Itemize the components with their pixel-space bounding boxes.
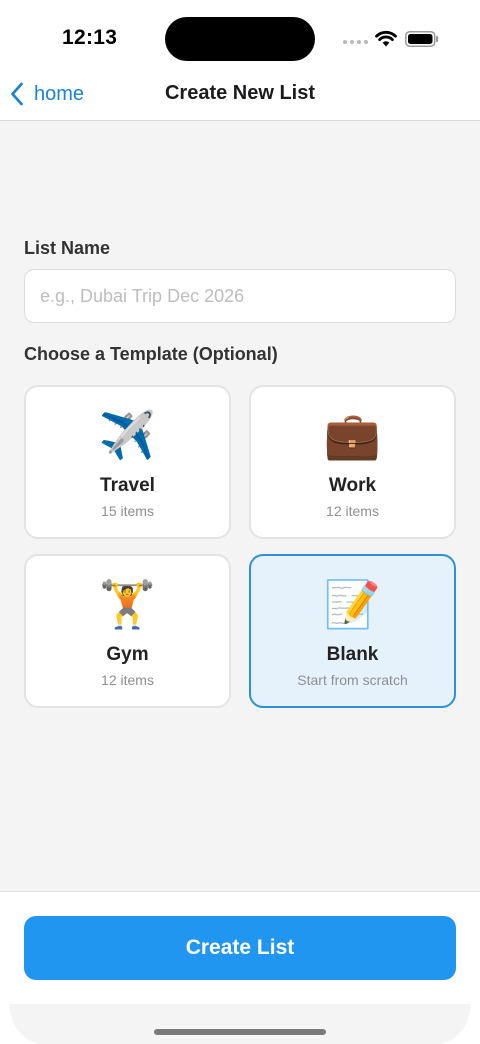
template-card-work[interactable]: 💼 Work 12 items <box>249 385 456 539</box>
memo-icon: 📝 <box>323 578 382 630</box>
status-bar: 12:13 <box>0 0 480 74</box>
template-title: Work <box>328 475 377 496</box>
home-indicator[interactable] <box>154 1029 326 1035</box>
list-name-label: List Name <box>24 238 111 258</box>
template-item-count: 12 items <box>326 503 379 519</box>
page-title: Create New List <box>164 82 316 104</box>
form-content: List Name Choose a Template (Optional) ✈… <box>0 121 480 891</box>
template-title: Gym <box>106 644 149 665</box>
status-time: 12:13 <box>62 26 118 49</box>
home-indicator-area <box>10 1004 470 1044</box>
dynamic-island <box>165 17 315 61</box>
template-item-count: 12 items <box>101 672 154 688</box>
template-subtitle: Start from scratch <box>297 672 408 688</box>
bottom-action-bar: Create List <box>0 891 480 1044</box>
template-item-count: 15 items <box>101 503 154 519</box>
briefcase-icon: 💼 <box>323 409 382 461</box>
list-name-input[interactable] <box>24 269 456 323</box>
navigation-bar: home Create New List <box>0 74 480 121</box>
wifi-icon <box>375 30 397 47</box>
template-title: Travel <box>100 475 155 496</box>
create-list-button[interactable]: Create List <box>24 916 456 980</box>
template-title: Blank <box>326 644 379 665</box>
battery-icon <box>405 31 439 47</box>
template-card-travel[interactable]: ✈️ Travel 15 items <box>24 385 231 539</box>
weightlifter-icon: 🏋️ <box>98 578 157 630</box>
signal-dots-icon <box>343 40 368 44</box>
template-card-gym[interactable]: 🏋️ Gym 12 items <box>24 554 231 708</box>
template-section-label: Choose a Template (Optional) <box>24 344 278 364</box>
airplane-icon: ✈️ <box>98 409 157 461</box>
template-card-blank[interactable]: 📝 Blank Start from scratch <box>249 554 456 708</box>
